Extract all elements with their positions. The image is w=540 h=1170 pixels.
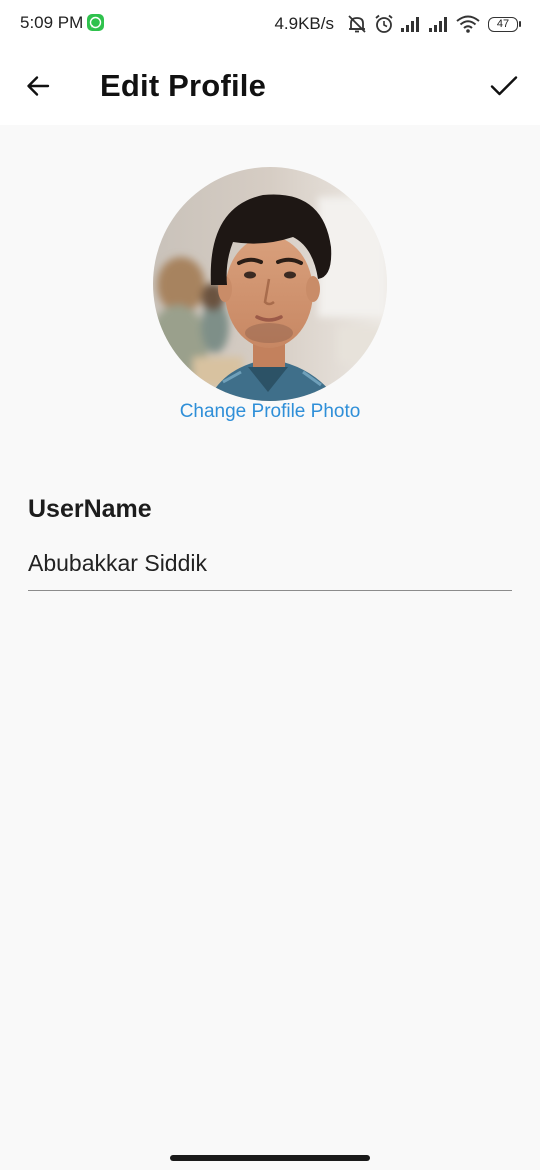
profile-photo[interactable] [153, 167, 387, 401]
home-indicator[interactable] [170, 1155, 370, 1161]
back-button[interactable] [18, 66, 58, 106]
page-title: Edit Profile [100, 68, 267, 103]
wifi-icon [456, 15, 480, 33]
arrow-left-icon [27, 76, 50, 96]
status-time: 5:09 PM [20, 13, 84, 32]
mute-icon [348, 15, 366, 33]
alarm-icon [375, 14, 393, 33]
status-indicators: 4.9KB/s 47 [274, 12, 521, 36]
network-speed: 4.9KB/s [274, 14, 334, 33]
username-input[interactable] [28, 537, 512, 591]
battery-icon: 47 [488, 16, 521, 32]
save-button[interactable] [484, 66, 524, 106]
app-bar: Edit Profile [0, 50, 540, 125]
signal-icon [429, 17, 447, 32]
status-bar: 5:09 PM 4.9KB/s 47 [0, 0, 540, 50]
signal-icon [401, 17, 419, 32]
battery-level: 47 [496, 17, 510, 30]
whatsapp-icon [87, 14, 104, 31]
username-label: UserName [28, 495, 152, 523]
change-profile-photo-link[interactable]: Change Profile Photo [0, 401, 540, 423]
check-icon [490, 76, 518, 96]
